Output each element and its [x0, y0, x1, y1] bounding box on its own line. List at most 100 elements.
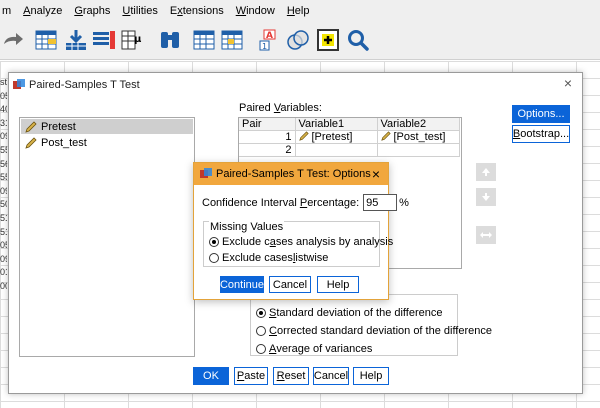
table-row[interactable]: 1 [Pretest] [Post_test] — [239, 130, 460, 144]
use-sets-icon[interactable] — [286, 28, 310, 52]
pair-variable2-cell[interactable] — [377, 143, 460, 157]
radio-button[interactable] — [256, 326, 266, 336]
missing-values-group: Missing Values Exclude c a ses analysis by… — [203, 221, 393, 267]
sd-option-mnemonic: A — [269, 343, 277, 355]
source-variable-list[interactable]: Pretest Post_test — [19, 117, 195, 357]
reset-label: eset — [284, 370, 306, 382]
paste-button[interactable]: Paste — [234, 367, 268, 385]
menu-extensions-label: tensions — [182, 5, 224, 17]
variables-icon[interactable] — [92, 28, 116, 52]
menu-graphs-label: raphs — [82, 5, 111, 17]
sd-option-label: orrected standard deviation of the diffe… — [276, 325, 493, 337]
bootstrap-label: ootstrap... — [520, 128, 570, 140]
menu-analyze[interactable]: Analyze — [23, 5, 62, 17]
swap-arrows-icon — [480, 232, 492, 238]
menu-graphs-mnemonic: G — [74, 5, 83, 17]
paste-mnemonic: P — [236, 370, 245, 382]
move-up-button[interactable] — [476, 163, 496, 181]
paste-label: aste — [244, 370, 266, 382]
value-labels-icon[interactable]: A1 — [258, 28, 282, 52]
spelling-icon[interactable] — [316, 28, 340, 52]
menu-window-mnemonic: W — [235, 5, 247, 17]
swap-variables-button[interactable] — [476, 226, 496, 244]
ci-label-post: ercentage: — [307, 196, 360, 209]
menu-window[interactable]: Window — [236, 5, 275, 17]
goto-variable-icon[interactable]: μ — [120, 28, 144, 52]
row-number: 40 — [0, 104, 7, 115]
menu-graphs[interactable]: Graphs — [74, 5, 110, 17]
sd-option-mnemonic: S — [269, 307, 277, 319]
options-dialog: Paired-Samples T Test: Options × Confide… — [193, 162, 409, 300]
options-button[interactable]: Options... — [512, 105, 570, 123]
mv-option2-pre: Exclude cases — [222, 252, 293, 264]
dialog-close-button[interactable]: × — [564, 75, 572, 91]
scale-variable-icon — [298, 131, 309, 141]
ok-button[interactable]: OK — [193, 367, 229, 385]
menu-utilities-label: tilities — [130, 5, 158, 17]
radio-button[interactable] — [209, 253, 219, 263]
row-number: 01 — [0, 267, 7, 278]
row-number: 55 — [0, 144, 7, 155]
spss-app-icon — [13, 79, 25, 89]
exclude-listwise-option[interactable]: Exclude cases l istwise — [209, 252, 328, 264]
pair-number: 1 — [239, 130, 296, 144]
variable-label: Post_test — [41, 136, 87, 149]
table-header-row: Pair Variable1 Variable2 — [239, 118, 460, 131]
continue-button[interactable]: Continue — [220, 276, 264, 293]
row-number: 09 — [0, 131, 7, 142]
options-close-button[interactable]: × — [372, 166, 380, 182]
import-icon[interactable] — [64, 28, 88, 52]
options-dialog-title: Paired-Samples T Test: Options — [216, 168, 371, 180]
move-down-button[interactable] — [476, 188, 496, 206]
options-help-button[interactable]: Help — [317, 276, 359, 293]
reset-button[interactable]: Reset — [273, 367, 309, 385]
pair-variable2-cell[interactable]: [Post_test] — [377, 130, 460, 144]
standardizer-group: Standard deviation of the difference Cor… — [250, 294, 492, 356]
menu-extensions[interactable]: Extensions — [170, 5, 224, 17]
table-row[interactable]: 2 — [239, 143, 460, 157]
column-header-variable1: Variable1 — [295, 118, 378, 131]
sd-option-label: tandard deviation of the difference — [276, 307, 443, 319]
radio-button[interactable] — [256, 308, 266, 318]
pair-variable2-value: [Post_test] — [393, 131, 446, 143]
cancel-button[interactable]: Cancel — [313, 367, 349, 385]
select-cases-icon[interactable] — [220, 28, 244, 52]
dialog-title-bar: Paired-Samples T Test — [13, 77, 140, 93]
goto-case-icon[interactable] — [34, 28, 58, 52]
missing-values-legend: Missing Values — [209, 221, 285, 233]
sd-option-corrected[interactable]: Corrected standard deviation of the diff… — [256, 325, 492, 337]
pair-variable1-cell[interactable] — [295, 143, 378, 157]
ci-percent-sign: % — [399, 196, 409, 209]
bootstrap-button[interactable]: Bootstrap... — [512, 125, 570, 143]
options-cancel-button[interactable]: Cancel — [269, 276, 311, 293]
menu-window-label: indow — [246, 5, 275, 17]
find-icon[interactable] — [158, 28, 182, 52]
row-number: 31 — [0, 117, 7, 128]
help-button[interactable]: Help — [353, 367, 389, 385]
radio-button[interactable] — [209, 237, 219, 247]
confidence-interval-input[interactable] — [363, 194, 398, 211]
sd-option-mnemonic: C — [269, 325, 277, 337]
row-number-column: st 05 40 31 09 55 56 55 09 50 51 51 05 0… — [0, 76, 7, 294]
row-number: st — [0, 77, 7, 87]
search-icon[interactable] — [346, 28, 370, 52]
sd-option-standard[interactable]: Standard deviation of the difference — [256, 307, 442, 319]
sd-option-average[interactable]: Average of variances — [256, 343, 372, 355]
menu-help[interactable]: Help — [287, 5, 310, 17]
exclude-analysis-option[interactable]: Exclude c a ses analysis by analysis — [209, 236, 393, 248]
pair-variable1-value: [Pretest] — [311, 131, 353, 143]
spss-app-icon — [200, 168, 212, 178]
menu-help-label: elp — [294, 5, 310, 17]
menu-item-partial[interactable]: m — [2, 5, 11, 17]
bootstrap-mnemonic: B — [512, 128, 521, 140]
variable-item-pretest[interactable]: Pretest — [21, 119, 193, 134]
scale-variable-icon — [380, 131, 391, 141]
mv-option2-post: istwise — [295, 252, 329, 264]
split-file-icon[interactable] — [192, 28, 216, 52]
menu-utilities[interactable]: Utilities — [122, 5, 157, 17]
variable-item-post-test[interactable]: Post_test — [21, 135, 193, 150]
undo-icon[interactable] — [0, 28, 24, 52]
pair-variable1-cell[interactable]: [Pretest] — [295, 130, 378, 144]
radio-button[interactable] — [256, 344, 266, 354]
row-number: 50 — [0, 199, 7, 210]
